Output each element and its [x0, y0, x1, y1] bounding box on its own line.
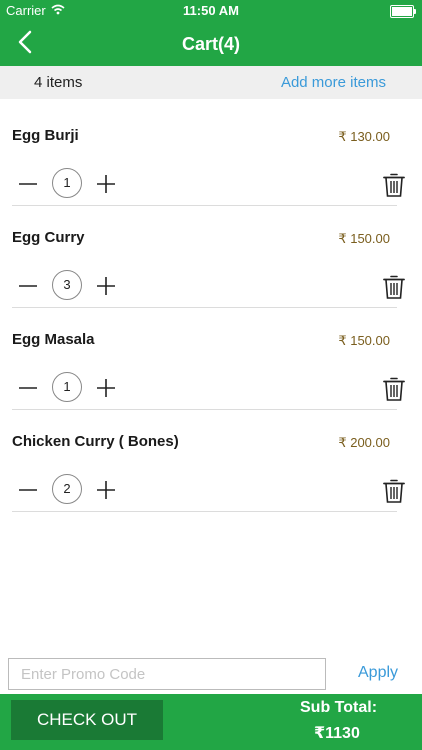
plus-icon	[97, 277, 115, 295]
minus-icon	[19, 489, 37, 491]
trash-icon	[383, 173, 405, 197]
minus-icon	[19, 387, 37, 389]
checkout-footer: CHECK OUT Sub Total: ₹1130	[0, 694, 422, 750]
items-count: 4 items	[34, 74, 83, 91]
minus-icon	[19, 183, 37, 185]
increase-quantity-button[interactable]	[95, 377, 117, 399]
promo-code-input[interactable]	[8, 658, 326, 690]
plus-icon	[97, 175, 115, 193]
page-title: Cart(4)	[181, 34, 240, 54]
item-price: ₹ 150.00	[338, 333, 390, 348]
quantity-display: 2	[52, 474, 82, 504]
item-price: ₹ 130.00	[338, 129, 390, 144]
remove-item-button[interactable]	[382, 274, 406, 300]
items-summary-bar: 4 items Add more items	[0, 66, 422, 99]
decrease-quantity-button[interactable]	[18, 378, 38, 398]
plus-icon	[97, 481, 115, 499]
battery-icon	[390, 5, 416, 18]
decrease-quantity-button[interactable]	[18, 276, 38, 296]
item-name: Egg Masala	[12, 331, 95, 348]
subtotal-label: Sub Total:	[300, 699, 378, 716]
remove-item-button[interactable]	[382, 376, 406, 402]
status-time: 11:50 AM	[183, 3, 239, 18]
cart-item-row: Egg Burji ₹ 130.00 1	[0, 100, 422, 206]
increase-quantity-button[interactable]	[95, 479, 117, 501]
item-name: Egg Burji	[12, 127, 79, 144]
plus-icon	[97, 379, 115, 397]
subtotal-value: ₹1130	[314, 725, 360, 742]
apply-promo-button[interactable]: Apply	[358, 664, 398, 682]
quantity-display: 1	[52, 168, 82, 198]
item-name: Chicken Curry ( Bones)	[12, 433, 179, 450]
cart-item-row: Chicken Curry ( Bones) ₹ 200.00 2	[0, 406, 422, 512]
row-divider	[12, 511, 397, 512]
remove-item-button[interactable]	[382, 478, 406, 504]
decrease-quantity-button[interactable]	[18, 174, 38, 194]
navigation-header: Carrier 11:50 AM Cart(4)	[0, 0, 422, 66]
minus-icon	[19, 285, 37, 287]
increase-quantity-button[interactable]	[95, 275, 117, 297]
trash-icon	[383, 479, 405, 503]
status-bar: Carrier 11:50 AM	[0, 0, 422, 22]
increase-quantity-button[interactable]	[95, 173, 117, 195]
cart-item-row: Egg Curry ₹ 150.00 3	[0, 202, 422, 308]
trash-icon	[383, 377, 405, 401]
item-price: ₹ 200.00	[338, 435, 390, 450]
quantity-display: 1	[52, 372, 82, 402]
decrease-quantity-button[interactable]	[18, 480, 38, 500]
checkout-button[interactable]: CHECK OUT	[11, 700, 163, 740]
trash-icon	[383, 275, 405, 299]
item-name: Egg Curry	[12, 229, 85, 246]
cart-item-row: Egg Masala ₹ 150.00 1	[0, 304, 422, 410]
add-more-items-link[interactable]: Add more items	[281, 74, 386, 91]
quantity-display: 3	[52, 270, 82, 300]
remove-item-button[interactable]	[382, 172, 406, 198]
item-price: ₹ 150.00	[338, 231, 390, 246]
